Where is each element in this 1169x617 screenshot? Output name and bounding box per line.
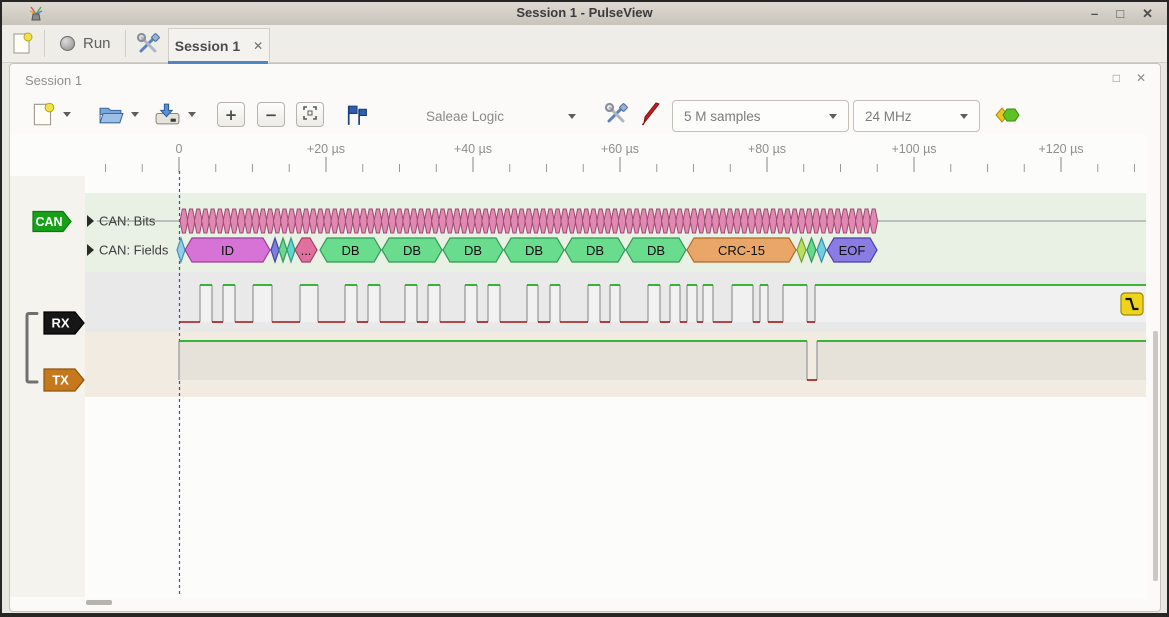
tab-close-icon[interactable]: ✕ xyxy=(253,39,263,53)
open-file-button[interactable] xyxy=(98,102,125,130)
titlebar: Session 1 - PulseView – □ ✕ xyxy=(2,2,1167,26)
new-view-button[interactable] xyxy=(30,100,56,131)
minimize-button[interactable]: – xyxy=(1091,4,1098,23)
device-select[interactable]: Saleae Logic xyxy=(426,100,576,132)
tab-session-1[interactable]: Session 1 ✕ xyxy=(168,28,270,63)
subwindow-restore-button[interactable]: □ xyxy=(1113,71,1120,85)
save-file-button[interactable] xyxy=(154,102,181,130)
session-subwindow: Session 1 □ ✕ xyxy=(9,63,1161,612)
open-folder-icon xyxy=(98,115,125,130)
window-title: Session 1 - PulseView xyxy=(2,5,1167,20)
pulseview-window: Session 1 - PulseView – □ ✕ Run xyxy=(0,0,1169,617)
open-dropdown-arrow[interactable] xyxy=(131,112,139,117)
settings-button[interactable] xyxy=(135,31,161,60)
zoom-in-button[interactable]: + xyxy=(217,102,245,127)
window-frame-left xyxy=(0,0,2,617)
sample-rate-value: 24 MHz xyxy=(865,109,912,124)
new-session-icon xyxy=(10,44,34,59)
save-icon xyxy=(154,115,181,130)
run-state-icon xyxy=(60,36,75,51)
zoom-fit-icon xyxy=(302,105,318,125)
vertical-scrollbar-thumb[interactable] xyxy=(1153,331,1158,581)
maximize-button[interactable]: □ xyxy=(1116,4,1124,23)
window-frame-top xyxy=(0,0,1169,2)
sample-rate-dropdown-arrow xyxy=(960,114,968,119)
horizontal-scrollbar-thumb[interactable] xyxy=(86,600,112,605)
flags-icon xyxy=(343,116,369,131)
main-toolbar: Run Session 1 ✕ xyxy=(2,25,1167,63)
sample-rate-select[interactable]: 24 MHz xyxy=(853,100,980,132)
window-frame-bottom xyxy=(0,613,1169,617)
tab-label: Session 1 xyxy=(175,38,240,54)
subwindow-close-button[interactable]: ✕ xyxy=(1136,71,1146,85)
show-cursors-button[interactable] xyxy=(343,103,369,131)
sample-count-dropdown-arrow xyxy=(829,114,837,119)
subwindow-title: Session 1 xyxy=(25,73,82,88)
new-session-button[interactable] xyxy=(10,30,34,59)
subwindow-controls: □ ✕ xyxy=(1113,71,1146,85)
decoder-icon xyxy=(994,113,1022,128)
channels-button[interactable] xyxy=(639,101,663,130)
zoom-fit-button[interactable] xyxy=(296,102,324,127)
toolbar-separator xyxy=(44,30,45,57)
save-dropdown-arrow[interactable] xyxy=(188,112,196,117)
run-label: Run xyxy=(83,35,111,52)
probe-icon xyxy=(639,115,663,130)
close-button[interactable]: ✕ xyxy=(1142,4,1153,23)
run-button[interactable]: Run xyxy=(54,29,117,58)
session-toolbar: + − xyxy=(10,94,1160,138)
sample-count-value: 5 M samples xyxy=(684,109,761,124)
add-decoder-button[interactable] xyxy=(994,105,1022,128)
sample-count-select[interactable]: 5 M samples xyxy=(672,100,849,132)
device-name: Saleae Logic xyxy=(426,109,556,124)
new-view-dropdown-arrow[interactable] xyxy=(63,112,71,117)
toolbar-separator xyxy=(125,30,126,57)
zoom-out-button[interactable]: − xyxy=(257,102,285,127)
wrench-screwdriver-icon xyxy=(603,115,629,130)
window-controls: – □ ✕ xyxy=(1091,4,1153,23)
new-file-icon xyxy=(30,116,56,131)
device-dropdown-arrow xyxy=(568,114,576,119)
wrench-screwdriver-icon xyxy=(135,45,161,60)
configure-device-button[interactable] xyxy=(603,101,629,130)
active-tab-underline xyxy=(168,61,268,64)
